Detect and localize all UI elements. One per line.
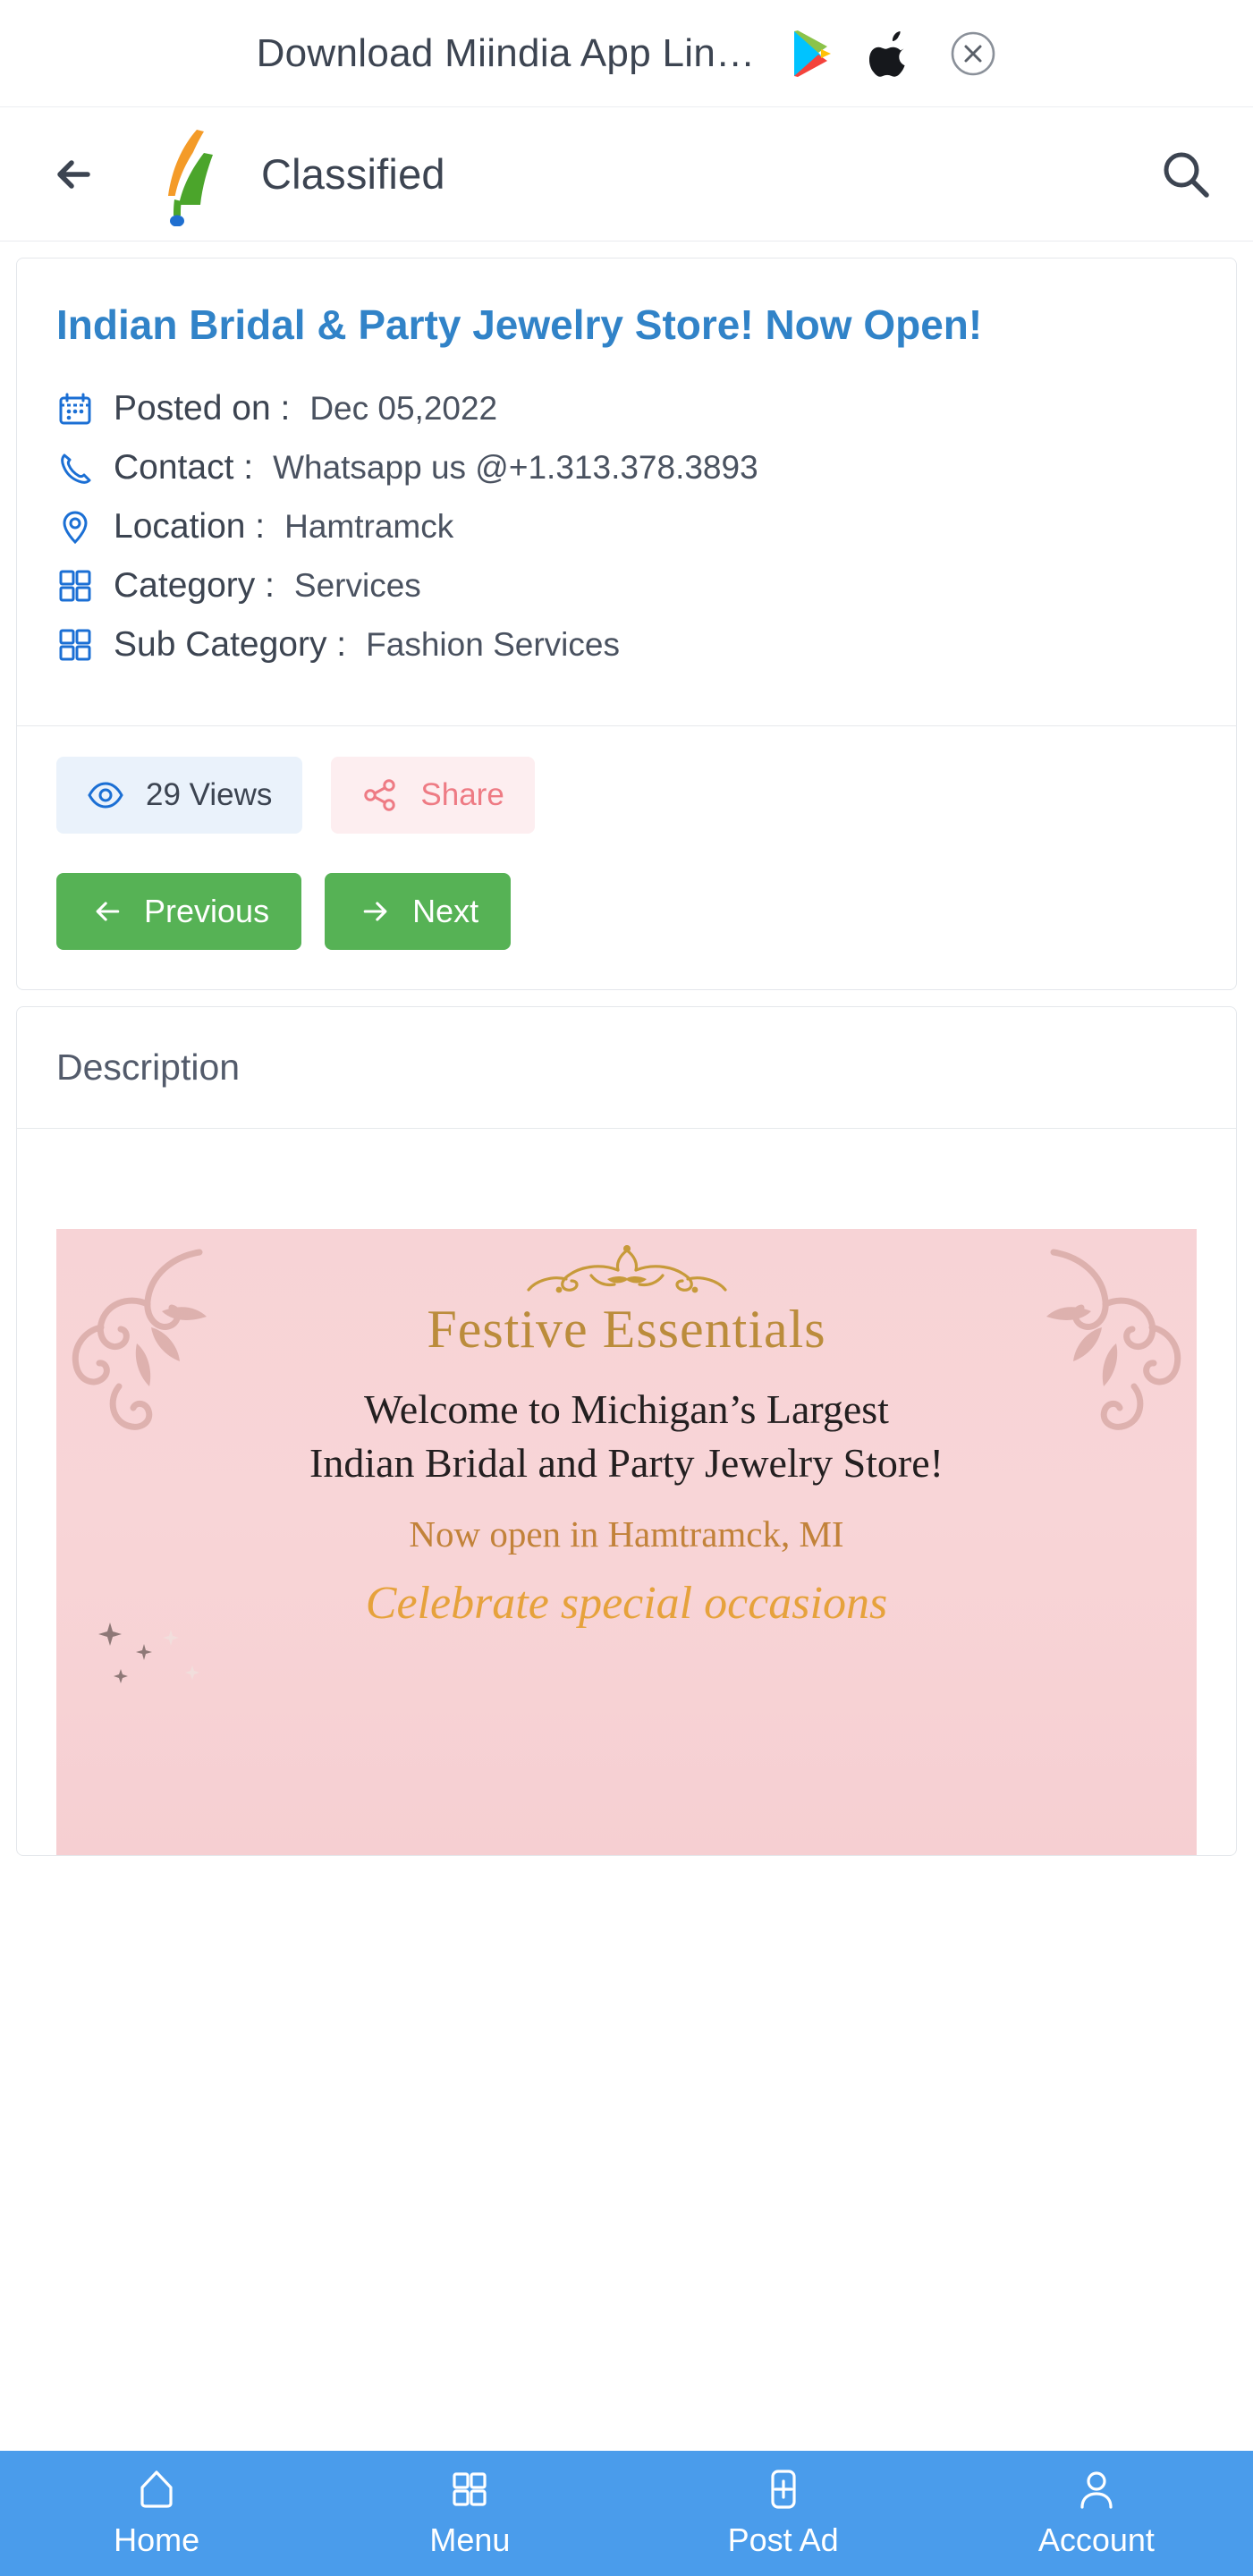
flyer-subtitle: Now open in Hamtramck, MI xyxy=(409,1513,844,1555)
share-button[interactable]: Share xyxy=(331,757,535,835)
meta-row-location: Location : Hamtramck xyxy=(56,507,1197,547)
meta-label: Contact : xyxy=(114,448,254,487)
app-header: Classified xyxy=(0,107,1253,242)
calendar-icon xyxy=(56,390,94,428)
chip-row: 29 Views Share xyxy=(56,757,1197,835)
flyer-title: Festive Essentials xyxy=(427,1300,826,1360)
share-label: Share xyxy=(420,777,504,813)
bottom-nav-label: Account xyxy=(1037,2521,1155,2558)
bottom-nav-item-post-ad[interactable]: Post Ad xyxy=(627,2468,940,2559)
description-body: Festive Essentials Welcome to Michigan’s… xyxy=(17,1129,1236,1856)
india-flag-logo xyxy=(141,123,227,226)
back-arrow-icon[interactable] xyxy=(43,143,106,206)
phone-icon xyxy=(56,449,94,487)
meta-row-category: Category : Services xyxy=(56,566,1197,606)
eye-icon xyxy=(87,776,124,814)
meta-value: Fashion Services xyxy=(366,626,620,664)
google-play-icon[interactable] xyxy=(789,29,835,79)
meta-value: Whatsapp us @+1.313.378.3893 xyxy=(273,449,758,487)
listing-title[interactable]: Indian Bridal & Party Jewelry Store! Now… xyxy=(56,300,1197,350)
meta-label: Posted on : xyxy=(114,389,291,428)
listing-card: Indian Bridal & Party Jewelry Store! Now… xyxy=(16,258,1237,991)
description-header: Description xyxy=(17,1007,1236,1130)
meta-value: Hamtramck xyxy=(284,508,454,546)
share-icon xyxy=(361,776,399,814)
bottom-nav-label: Home xyxy=(114,2521,200,2558)
app-banner-title: Download Miindia App Lin… xyxy=(256,30,756,75)
close-circle-icon[interactable] xyxy=(950,30,996,77)
meta-label: Category : xyxy=(114,566,275,606)
home-icon xyxy=(135,2468,178,2511)
listing-body: Indian Bridal & Party Jewelry Store! Now… xyxy=(17,258,1236,725)
page-title: Classified xyxy=(261,150,445,198)
arrow-right-icon xyxy=(357,893,394,930)
grid-icon xyxy=(56,626,94,664)
bottom-navigation: Home Menu Post Ad Account xyxy=(0,2451,1253,2576)
meta-label: Location : xyxy=(114,507,266,547)
listing-actions: 29 Views Share Previous Next xyxy=(17,726,1236,989)
views-chip: 29 Views xyxy=(56,757,303,835)
flyer-line-2: Indian Bridal and Party Jewelry Store! xyxy=(309,1440,944,1487)
app-download-banner: Download Miindia App Lin… xyxy=(0,0,1253,107)
sparkle-stars-icon xyxy=(98,1623,199,1684)
listing-pager: Previous Next xyxy=(56,873,1197,951)
arrow-left-icon xyxy=(89,893,126,930)
description-card: Description Festive Essentials Welcome t… xyxy=(16,1006,1237,1857)
meta-value: Services xyxy=(293,567,421,605)
meta-row-posted-on: Posted on : Dec 05,2022 xyxy=(56,389,1197,428)
meta-row-sub-category: Sub Category : Fashion Services xyxy=(56,625,1197,665)
apple-icon[interactable] xyxy=(869,29,916,79)
page-content: Indian Bridal & Party Jewelry Store! Now… xyxy=(0,258,1253,1857)
bottom-nav-item-menu[interactable]: Menu xyxy=(313,2468,626,2559)
flyer-image: Festive Essentials Welcome to Michigan’s… xyxy=(56,1229,1197,1856)
views-label: 29 Views xyxy=(146,777,273,813)
next-button[interactable]: Next xyxy=(325,873,512,951)
bottom-nav-item-home[interactable]: Home xyxy=(0,2468,313,2559)
bottom-nav-item-account[interactable]: Account xyxy=(940,2468,1253,2559)
flyer-line-1: Welcome to Michigan’s Largest xyxy=(364,1386,889,1433)
bottom-nav-label: Menu xyxy=(429,2521,511,2558)
post-ad-icon xyxy=(762,2468,805,2511)
previous-label: Previous xyxy=(144,893,270,930)
search-icon[interactable] xyxy=(1153,142,1217,207)
ornament-swirl-left xyxy=(72,1249,207,1430)
grid-icon xyxy=(448,2468,491,2511)
grid-icon xyxy=(56,567,94,605)
flyer-script-text: Celebrate special occasions xyxy=(365,1578,888,1630)
person-icon xyxy=(1075,2468,1118,2511)
ornament-crown-icon xyxy=(526,1245,727,1293)
bottom-nav-label: Post Ad xyxy=(727,2521,839,2558)
meta-label: Sub Category : xyxy=(114,625,347,665)
meta-row-contact: Contact : Whatsapp us @+1.313.378.3893 xyxy=(56,448,1197,487)
listing-meta-list: Posted on : Dec 05,2022 Contact : Whatsa… xyxy=(56,389,1197,699)
next-label: Next xyxy=(412,893,479,930)
ornament-swirl-right xyxy=(1046,1249,1181,1430)
meta-value: Dec 05,2022 xyxy=(309,390,498,428)
previous-button[interactable]: Previous xyxy=(56,873,302,951)
location-icon xyxy=(56,508,94,546)
